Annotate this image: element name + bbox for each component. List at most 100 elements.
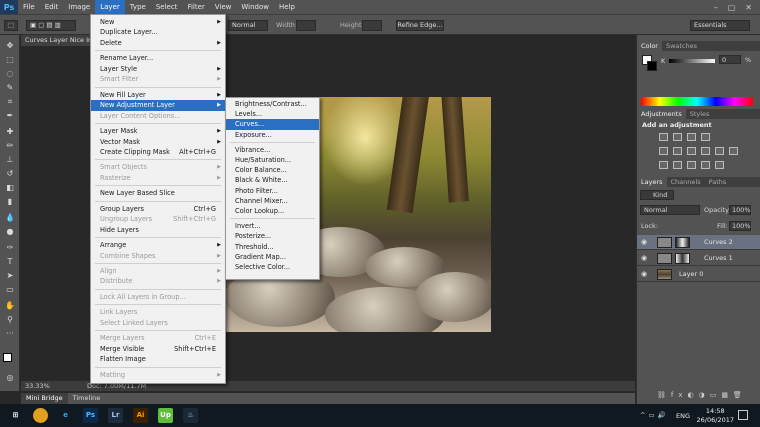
- marquee-tool-icon[interactable]: ⬚: [4, 55, 16, 65]
- menu-item-color-lookup[interactable]: Color Lookup...: [226, 206, 319, 216]
- visibility-eye-icon[interactable]: ◉: [641, 251, 647, 266]
- menu-item-brightness-contrast[interactable]: Brightness/Contrast...: [226, 99, 319, 109]
- menu-item-channel-mixer[interactable]: Channel Mixer...: [226, 196, 319, 206]
- menu-item-smart-objects[interactable]: Smart Objects ▶: [91, 162, 225, 172]
- menu-item-merge-visible[interactable]: Merge Visible Shift+Ctrl+E: [91, 344, 225, 354]
- clock[interactable]: 14:58 26/06/2017: [697, 407, 734, 425]
- layer-name[interactable]: Layer 0: [679, 267, 703, 282]
- menu-item-layer-mask[interactable]: Layer Mask ▶: [91, 126, 225, 136]
- visibility-eye-icon[interactable]: ◉: [641, 267, 647, 282]
- quick-select-tool-icon[interactable]: ✎: [4, 83, 16, 93]
- menu-item-layer-style[interactable]: Layer Style ▶: [91, 64, 225, 74]
- menu-item-link-layers[interactable]: Link Layers: [91, 307, 225, 317]
- menu-item-flatten-image[interactable]: Flatten Image: [91, 354, 225, 364]
- menu-item-create-clipping-mask[interactable]: Create Clipping Mask Alt+Ctrl+G: [91, 147, 225, 157]
- menu-item-align[interactable]: Align ▶: [91, 266, 225, 276]
- menu-view[interactable]: View: [210, 0, 237, 14]
- eraser-tool-icon[interactable]: ◧: [4, 183, 16, 193]
- channel-mixer-adjust-icon[interactable]: [729, 147, 738, 155]
- menu-edit[interactable]: Edit: [40, 0, 64, 14]
- type-tool-icon[interactable]: T: [4, 257, 16, 267]
- exposure-adjust-icon[interactable]: [701, 133, 710, 141]
- menu-item-vibrance[interactable]: Vibrance...: [226, 145, 319, 155]
- move-tool-icon[interactable]: ✥: [4, 41, 16, 51]
- gradient-tool-icon[interactable]: ▮: [4, 197, 16, 207]
- posterize-adjust-icon[interactable]: [673, 161, 682, 169]
- gradient-map-adjust-icon[interactable]: [701, 161, 710, 169]
- close-button[interactable]: ✕: [745, 3, 752, 12]
- bw-adjust-icon[interactable]: [701, 147, 710, 155]
- width-input[interactable]: [296, 20, 316, 31]
- menu-item-selective-color[interactable]: Selective Color...: [226, 262, 319, 272]
- panel-background-swatch[interactable]: [647, 61, 657, 71]
- refine-edge-button[interactable]: Refine Edge...: [396, 20, 444, 31]
- zoom-level[interactable]: 33.33%: [25, 381, 50, 391]
- layer-name[interactable]: Curves 1: [704, 251, 733, 266]
- levels-adjust-icon[interactable]: [673, 133, 682, 141]
- menu-item-color-balance[interactable]: Color Balance...: [226, 165, 319, 175]
- windows-icon[interactable]: ⊞: [8, 408, 23, 423]
- color-spectrum[interactable]: [641, 97, 753, 106]
- paths-tab[interactable]: Paths: [705, 177, 731, 187]
- selective-color-adjust-icon[interactable]: [715, 161, 724, 169]
- curves-adjust-icon[interactable]: [687, 133, 696, 141]
- layer-row-curves-2[interactable]: ◉ Curves 2: [637, 235, 760, 250]
- menu-window[interactable]: Window: [236, 0, 274, 14]
- menu-help[interactable]: Help: [274, 0, 300, 14]
- lightroom-icon[interactable]: Lr: [108, 408, 123, 423]
- menu-item-new-adjustment-layer[interactable]: New Adjustment Layer ▶: [91, 100, 225, 111]
- menu-item-posterize[interactable]: Posterize...: [226, 231, 319, 241]
- lasso-tool-icon[interactable]: ◌: [4, 69, 16, 79]
- workspace-select[interactable]: Essentials: [690, 20, 750, 31]
- layer-mask-thumbnail[interactable]: [675, 253, 690, 264]
- opacity-input[interactable]: 100%: [729, 205, 751, 215]
- ie-icon[interactable]: e: [58, 408, 73, 423]
- foreground-color-swatch[interactable]: [3, 353, 12, 362]
- menu-item-select-linked-layers[interactable]: Select Linked Layers: [91, 318, 225, 328]
- menu-item-new-fill-layer[interactable]: New Fill Layer ▶: [91, 90, 225, 100]
- selection-mode-buttons[interactable]: ▣ ▢ ▤ ▥: [26, 20, 76, 31]
- zoom-tool-icon[interactable]: ⚲: [4, 315, 16, 325]
- menu-item-black-white[interactable]: Black & White...: [226, 175, 319, 185]
- minimize-button[interactable]: –: [714, 3, 718, 12]
- layer-row-curves-1[interactable]: ◉ Curves 1: [637, 251, 760, 266]
- menu-layer[interactable]: Layer: [95, 0, 125, 14]
- menu-item-lock-all-layers-in-group[interactable]: Lock All Layers in Group...: [91, 292, 225, 302]
- fill-input[interactable]: 100%: [729, 221, 751, 231]
- menu-item-threshold[interactable]: Threshold...: [226, 242, 319, 252]
- blur-tool-icon[interactable]: 💧: [4, 213, 16, 223]
- timeline-tab[interactable]: Timeline: [68, 394, 106, 402]
- upwork-icon[interactable]: Up: [158, 408, 173, 423]
- menu-item-arrange[interactable]: Arrange ▶: [91, 240, 225, 250]
- menu-item-combine-shapes[interactable]: Combine Shapes ▶: [91, 251, 225, 261]
- invert-adjust-icon[interactable]: [659, 161, 668, 169]
- menu-select[interactable]: Select: [151, 0, 183, 14]
- hand-tool-icon[interactable]: ✋: [4, 301, 16, 311]
- steam-icon[interactable]: ♨: [183, 408, 198, 423]
- clone-stamp-tool-icon[interactable]: ⊥: [4, 155, 16, 165]
- menu-item-distribute[interactable]: Distribute ▶: [91, 276, 225, 286]
- menu-item-group-layers[interactable]: Group Layers Ctrl+G: [91, 204, 225, 214]
- document-tab[interactable]: Curves Layer Nice Im: [21, 35, 96, 46]
- menu-item-delete[interactable]: Delete ▶: [91, 38, 225, 48]
- quick-mask-icon[interactable]: ◎: [4, 373, 16, 383]
- layer-name[interactable]: Curves 2: [704, 235, 733, 250]
- adjustments-tab[interactable]: Adjustments: [637, 109, 686, 119]
- brightness-adjust-icon[interactable]: [659, 133, 668, 141]
- swatches-tab[interactable]: Swatches: [662, 41, 701, 51]
- menu-item-merge-layers[interactable]: Merge Layers Ctrl+E: [91, 333, 225, 343]
- crop-tool-icon[interactable]: ⌗: [4, 97, 16, 107]
- input-language[interactable]: ENG: [676, 412, 690, 420]
- chrome-icon[interactable]: [33, 408, 48, 423]
- brush-tool-icon[interactable]: ✏: [4, 141, 16, 151]
- menu-item-rasterize[interactable]: Rasterize ▶: [91, 173, 225, 183]
- maximize-button[interactable]: ▢: [728, 3, 736, 12]
- k-slider[interactable]: [669, 59, 715, 63]
- menu-item-duplicate-layer[interactable]: Duplicate Layer...: [91, 27, 225, 37]
- menu-item-exposure[interactable]: Exposure...: [226, 130, 319, 140]
- height-input[interactable]: [362, 20, 382, 31]
- threshold-adjust-icon[interactable]: [687, 161, 696, 169]
- style-select[interactable]: Normal: [228, 20, 268, 31]
- menu-item-vector-mask[interactable]: Vector Mask ▶: [91, 137, 225, 147]
- styles-tab[interactable]: Styles: [686, 109, 714, 119]
